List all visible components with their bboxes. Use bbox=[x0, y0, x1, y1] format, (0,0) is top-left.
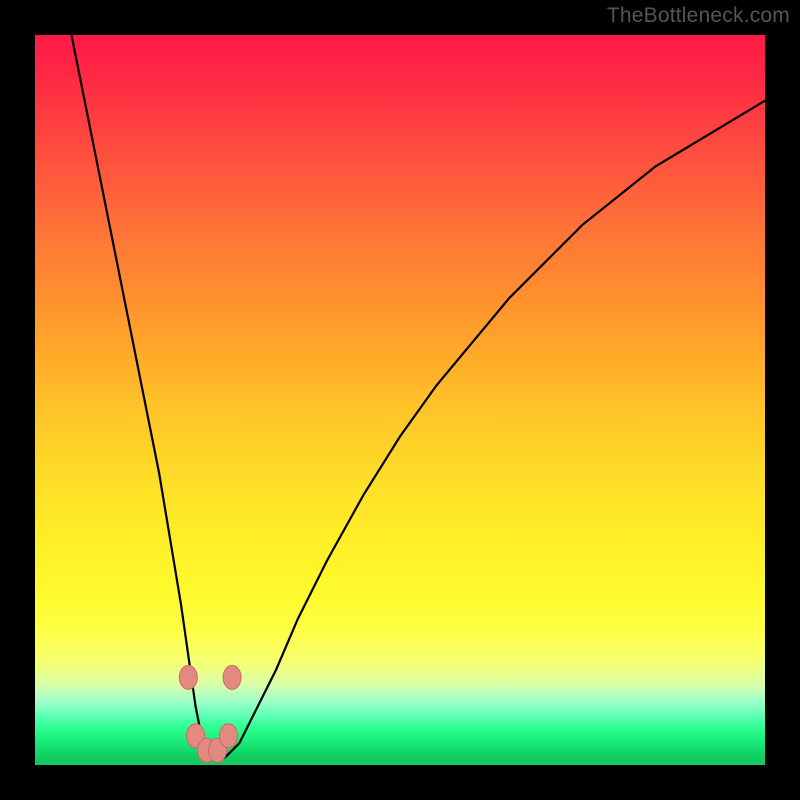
curve-marker bbox=[179, 665, 197, 689]
curve-marker bbox=[223, 665, 241, 689]
curve-markers bbox=[179, 665, 241, 762]
bottleneck-curve bbox=[72, 35, 766, 761]
curve-marker bbox=[219, 724, 237, 748]
watermark-text: TheBottleneck.com bbox=[607, 4, 790, 28]
gradient-plot-area bbox=[35, 35, 765, 765]
chart-frame: TheBottleneck.com bbox=[0, 0, 800, 800]
curve-layer bbox=[35, 35, 765, 765]
